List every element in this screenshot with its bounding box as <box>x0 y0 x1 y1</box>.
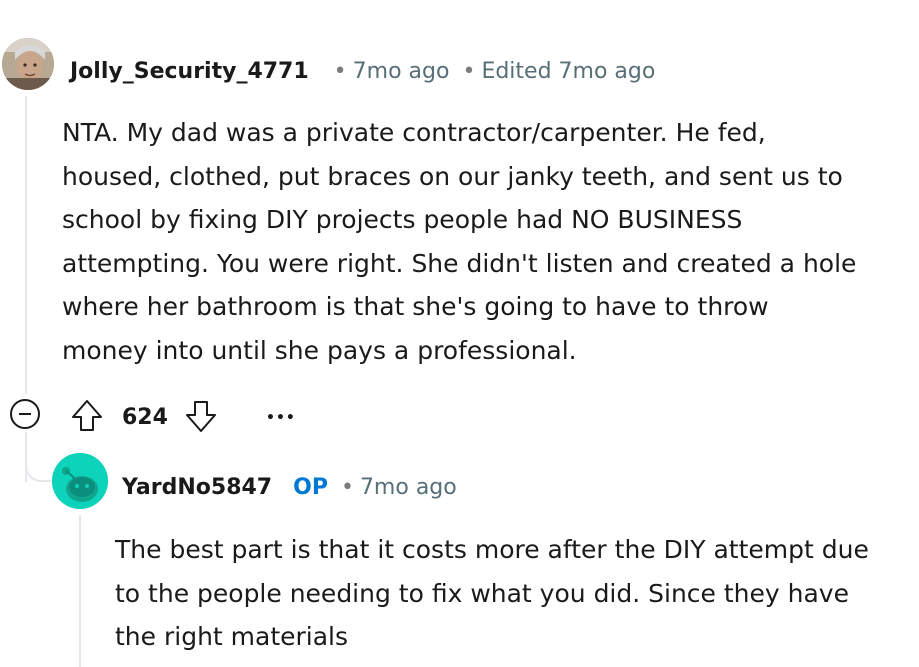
meta-separator: • <box>340 475 354 500</box>
reply-user-avatar[interactable] <box>52 453 108 509</box>
op-badge: OP <box>293 475 328 500</box>
comment-edited-label: Edited 7mo ago <box>481 59 656 84</box>
comment-username[interactable]: Jolly_Security_4771 <box>70 59 309 84</box>
avatar-photo-icon <box>2 38 54 90</box>
upvote-arrow-icon <box>72 400 102 431</box>
meta-separator: • <box>462 59 476 84</box>
thread-line-reply <box>79 515 81 667</box>
reply-meta: YardNo5847 OP • 7mo ago <box>122 473 457 503</box>
downvote-button[interactable] <box>184 398 218 434</box>
minus-icon <box>19 413 31 415</box>
downvote-arrow-icon <box>186 401 216 432</box>
reply-timestamp[interactable]: 7mo ago <box>360 475 457 500</box>
upvote-button[interactable] <box>70 398 104 434</box>
collapse-thread-button[interactable] <box>10 399 40 429</box>
reply-username[interactable]: YardNo5847 <box>122 475 272 500</box>
comment-timestamp[interactable]: 7mo ago <box>353 59 450 84</box>
meta-separator: • <box>333 59 347 84</box>
snoo-avatar-icon <box>52 453 108 509</box>
thread-line-main <box>25 96 27 394</box>
thread-branch-curve <box>25 452 51 482</box>
user-avatar[interactable] <box>2 38 54 90</box>
reply-body: The best part is that it costs more afte… <box>115 535 869 652</box>
vote-count: 624 <box>122 405 168 430</box>
comment-body: NTA. My dad was a private contractor/car… <box>62 118 857 365</box>
comment-meta: Jolly_Security_4771 • 7mo ago • Edited 7mo… <box>70 57 655 87</box>
more-options-button[interactable]: ••• <box>266 408 296 428</box>
